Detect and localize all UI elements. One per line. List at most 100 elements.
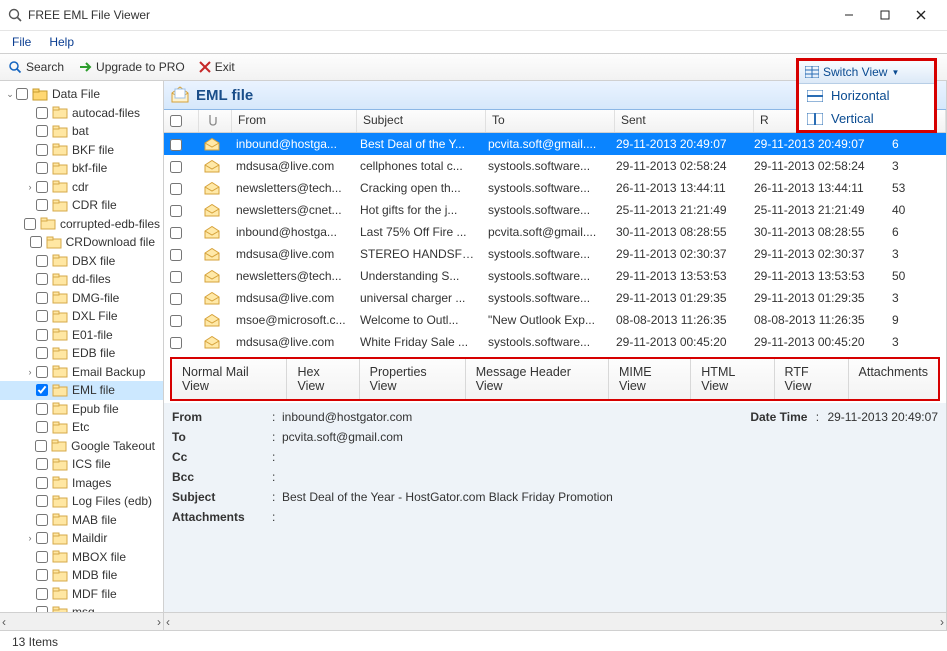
tree-item[interactable]: ›Email Backup bbox=[0, 363, 163, 382]
tree-item[interactable]: Google Takeout bbox=[0, 437, 163, 456]
tree-item[interactable]: ›cdr bbox=[0, 178, 163, 197]
tree-item-checkbox[interactable] bbox=[36, 477, 48, 489]
tree-item-checkbox[interactable] bbox=[36, 144, 48, 156]
message-row[interactable]: mdsusa@live.comWhite Friday Sale ...syst… bbox=[164, 331, 946, 353]
message-row-checkbox[interactable] bbox=[170, 183, 182, 195]
tree-item-checkbox[interactable] bbox=[36, 495, 48, 507]
menu-file[interactable]: File bbox=[12, 35, 31, 49]
tree-twisty-icon[interactable]: › bbox=[24, 182, 36, 192]
message-row-checkbox[interactable] bbox=[170, 205, 182, 217]
tree-item[interactable]: E01-file bbox=[0, 326, 163, 345]
tree-item[interactable]: MBOX file bbox=[0, 548, 163, 567]
tree-item-checkbox[interactable] bbox=[36, 310, 48, 322]
message-row[interactable]: mdsusa@live.comuniversal charger ...syst… bbox=[164, 287, 946, 309]
window-close-button[interactable] bbox=[903, 1, 939, 29]
tree-root-checkbox[interactable] bbox=[16, 88, 28, 100]
tree-twisty-open-icon[interactable]: ⌄ bbox=[4, 89, 16, 100]
message-row[interactable]: msoe@microsoft.c...Welcome to Outl..."Ne… bbox=[164, 309, 946, 331]
tree-item-checkbox[interactable] bbox=[36, 514, 48, 526]
tree-item-checkbox[interactable] bbox=[36, 125, 48, 137]
tree-item[interactable]: Images bbox=[0, 474, 163, 493]
message-row[interactable]: newsletters@tech...Cracking open th...sy… bbox=[164, 177, 946, 199]
tree-item[interactable]: ›Maildir bbox=[0, 529, 163, 548]
tab-mime-view[interactable]: MIME View bbox=[609, 359, 691, 399]
column-sent[interactable]: Sent bbox=[615, 110, 754, 132]
message-row[interactable]: mdsusa@live.comcellphones total c...syst… bbox=[164, 155, 946, 177]
switch-view-button[interactable]: Switch View ▼ bbox=[799, 61, 934, 84]
tree-item[interactable]: ICS file bbox=[0, 455, 163, 474]
tab-properties-view[interactable]: Properties View bbox=[360, 359, 466, 399]
tree-item[interactable]: MDB file bbox=[0, 566, 163, 585]
message-row[interactable]: inbound@hostga...Best Deal of the Y...pc… bbox=[164, 133, 946, 155]
tree-item-checkbox[interactable] bbox=[36, 588, 48, 600]
menu-help[interactable]: Help bbox=[49, 35, 74, 49]
tree-item[interactable]: bat bbox=[0, 122, 163, 141]
message-row[interactable]: inbound@hostga...Last 75% Off Fire ...pc… bbox=[164, 221, 946, 243]
tree-item-checkbox[interactable] bbox=[36, 162, 48, 174]
column-subject[interactable]: Subject bbox=[357, 110, 486, 132]
tree-item[interactable]: Etc bbox=[0, 418, 163, 437]
switch-view-horizontal[interactable]: Horizontal bbox=[799, 84, 934, 107]
tree-horizontal-scrollbar[interactable]: ‹› bbox=[0, 612, 163, 630]
tree-item-checkbox[interactable] bbox=[30, 236, 42, 248]
tree-item[interactable]: DBX file bbox=[0, 252, 163, 271]
tree-item[interactable]: DMG-file bbox=[0, 289, 163, 308]
tree-item-checkbox[interactable] bbox=[36, 199, 48, 211]
tree-item[interactable]: BKF file bbox=[0, 141, 163, 160]
message-row-checkbox[interactable] bbox=[170, 315, 182, 327]
tree-item[interactable]: MDF file bbox=[0, 585, 163, 604]
tree-item-checkbox[interactable] bbox=[36, 458, 48, 470]
message-row-checkbox[interactable] bbox=[170, 161, 182, 173]
tree-item-checkbox[interactable] bbox=[36, 366, 48, 378]
tree-item[interactable]: Log Files (edb) bbox=[0, 492, 163, 511]
message-row[interactable]: mdsusa@live.comSTEREO HANDSFR...systools… bbox=[164, 243, 946, 265]
tab-hex-view[interactable]: Hex View bbox=[287, 359, 359, 399]
tree-item-checkbox[interactable] bbox=[36, 384, 48, 396]
tree-item[interactable]: bkf-file bbox=[0, 159, 163, 178]
tree-item-checkbox[interactable] bbox=[36, 532, 48, 544]
tree-item-checkbox[interactable] bbox=[36, 273, 48, 285]
message-row-checkbox[interactable] bbox=[170, 139, 182, 151]
tree-item-checkbox[interactable] bbox=[36, 421, 48, 433]
tree-item-checkbox[interactable] bbox=[35, 440, 47, 452]
tree-item-checkbox[interactable] bbox=[36, 292, 48, 304]
column-from[interactable]: From bbox=[232, 110, 357, 132]
tree-item[interactable]: autocad-files bbox=[0, 104, 163, 123]
tree-item-checkbox[interactable] bbox=[36, 347, 48, 359]
switch-view-vertical[interactable]: Vertical bbox=[799, 107, 934, 130]
tree-twisty-icon[interactable]: › bbox=[24, 367, 36, 377]
window-minimize-button[interactable] bbox=[831, 1, 867, 29]
tree-item-checkbox[interactable] bbox=[36, 403, 48, 415]
column-to[interactable]: To bbox=[486, 110, 615, 132]
message-row-checkbox[interactable] bbox=[170, 337, 182, 349]
toolbar-search[interactable]: Search bbox=[8, 60, 64, 74]
tree-item-checkbox[interactable] bbox=[36, 551, 48, 563]
message-row[interactable]: newsletters@cnet...Hot gifts for the j..… bbox=[164, 199, 946, 221]
tree-item[interactable]: CRDownload file bbox=[0, 233, 163, 252]
tree-twisty-icon[interactable]: › bbox=[24, 533, 36, 543]
tree-item-checkbox[interactable] bbox=[36, 329, 48, 341]
tree-item-checkbox[interactable] bbox=[36, 181, 48, 193]
tab-html-view[interactable]: HTML View bbox=[691, 359, 774, 399]
toolbar-exit[interactable]: Exit bbox=[199, 60, 235, 74]
select-all-checkbox[interactable] bbox=[170, 115, 182, 127]
tree-item[interactable]: CDR file bbox=[0, 196, 163, 215]
tab-rtf-view[interactable]: RTF View bbox=[775, 359, 849, 399]
tree-root[interactable]: ⌄ Data File bbox=[0, 85, 163, 104]
tree-item[interactable]: Epub file bbox=[0, 400, 163, 419]
tab-attachments[interactable]: Attachments bbox=[849, 359, 938, 399]
tree-item-checkbox[interactable] bbox=[36, 255, 48, 267]
tree-item-checkbox[interactable] bbox=[24, 218, 36, 230]
detail-horizontal-scrollbar[interactable]: ‹› bbox=[164, 612, 946, 630]
tree-item-checkbox[interactable] bbox=[36, 569, 48, 581]
tree-item[interactable]: EML file bbox=[0, 381, 163, 400]
tree-item-checkbox[interactable] bbox=[36, 107, 48, 119]
tree-item[interactable]: DXL File bbox=[0, 307, 163, 326]
tree-item[interactable]: EDB file bbox=[0, 344, 163, 363]
message-row[interactable]: newsletters@tech...Understanding S...sys… bbox=[164, 265, 946, 287]
tab-message-header-view[interactable]: Message Header View bbox=[466, 359, 609, 399]
tree-item[interactable]: corrupted-edb-files bbox=[0, 215, 163, 234]
window-maximize-button[interactable] bbox=[867, 1, 903, 29]
tree-item[interactable]: dd-files bbox=[0, 270, 163, 289]
message-row-checkbox[interactable] bbox=[170, 249, 182, 261]
